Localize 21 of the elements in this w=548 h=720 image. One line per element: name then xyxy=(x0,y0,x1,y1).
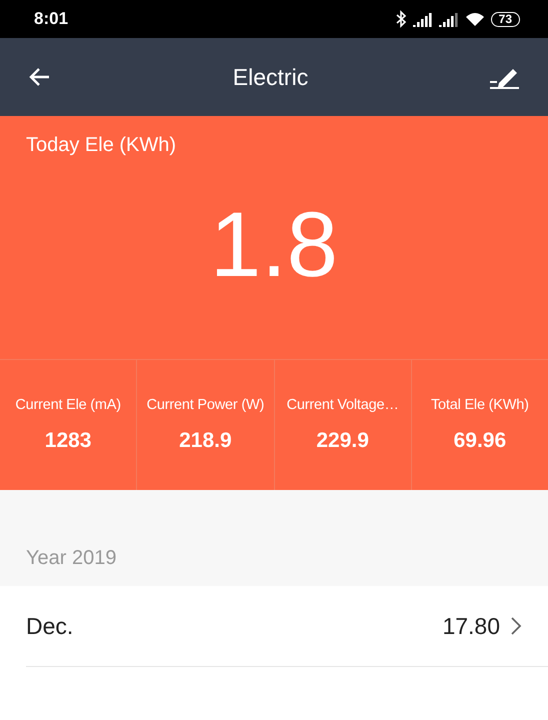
screen-title: Electric xyxy=(232,64,308,90)
stat-label: Current Power (W) xyxy=(146,397,264,413)
stat-value: 218.9 xyxy=(179,429,232,453)
stat-value: 69.96 xyxy=(454,429,506,453)
stat-value: 1283 xyxy=(44,429,92,453)
signal-icon xyxy=(412,11,433,27)
stat-label: Current Ele (mA) xyxy=(15,397,121,413)
wifi-icon xyxy=(464,11,485,27)
today-label: Today Ele (KWh) xyxy=(25,133,178,157)
signal-icon xyxy=(438,11,459,27)
chevron-icon xyxy=(510,616,522,636)
stat-value: 229.9 xyxy=(316,429,369,453)
bluetooth-icon xyxy=(394,10,407,28)
battery-icon: 73 xyxy=(490,12,520,26)
today-value: 1.8 xyxy=(209,193,339,298)
stat-label: Current Voltage… xyxy=(286,397,399,413)
year-label: Year 2019 xyxy=(25,547,116,571)
status-time: 8:01 xyxy=(34,9,68,29)
month-row[interactable]: Dec. 17.80 xyxy=(26,586,548,667)
stat-label: Total Ele (KWh) xyxy=(431,397,529,413)
month-value: 17.80 xyxy=(442,612,500,640)
